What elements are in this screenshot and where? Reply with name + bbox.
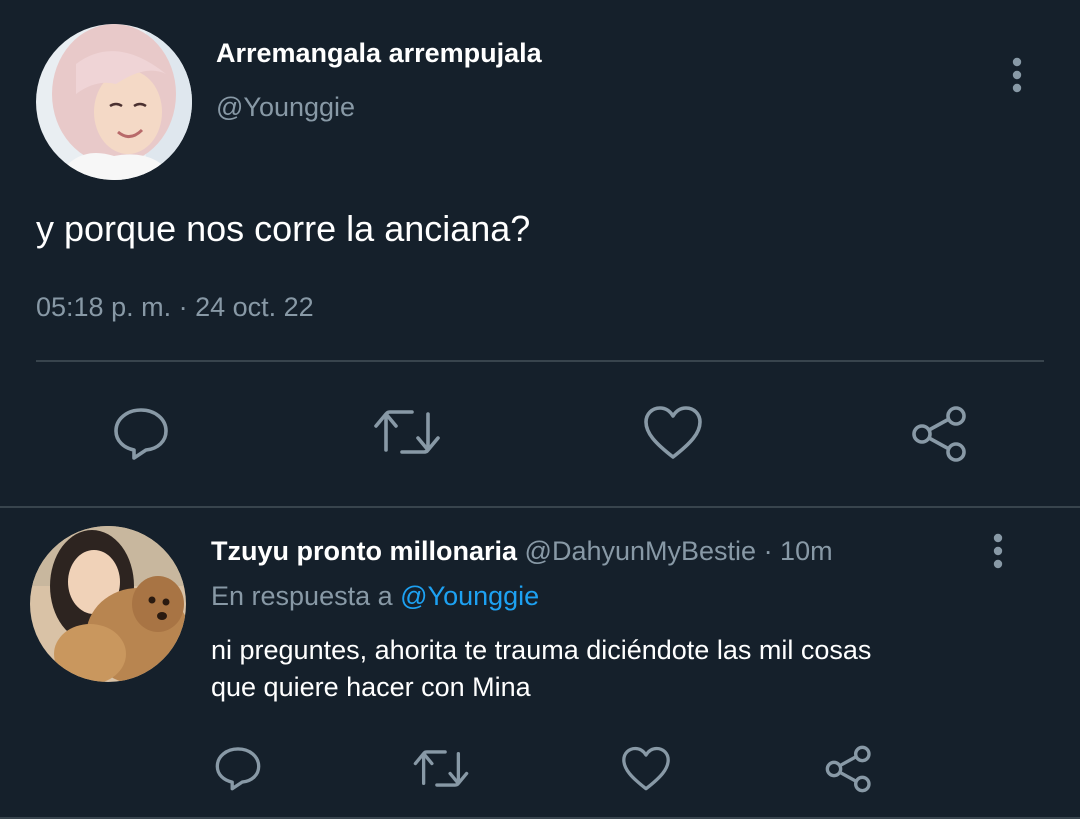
share-icon[interactable] bbox=[824, 744, 874, 794]
like-icon[interactable] bbox=[621, 746, 671, 792]
reply-text-line2: que quiere hacer con Mina bbox=[211, 672, 531, 702]
retweet-icon[interactable] bbox=[412, 747, 470, 790]
timestamp: 05:18 p. m. · 24 oct. 22 bbox=[36, 292, 314, 322]
reply-text-line1: ni preguntes, ahorita te trauma diciéndo… bbox=[211, 635, 872, 665]
handle[interactable]: @Younggie bbox=[216, 92, 355, 123]
handle[interactable]: @DahyunMyBestie bbox=[525, 536, 757, 566]
reply-icon[interactable] bbox=[112, 404, 170, 462]
share-icon[interactable] bbox=[910, 404, 970, 464]
avatar[interactable] bbox=[30, 526, 186, 682]
avatar[interactable] bbox=[36, 24, 192, 180]
replying-to-link[interactable]: @Younggie bbox=[400, 581, 539, 611]
replying-to: En respuesta a @Younggie bbox=[211, 581, 539, 612]
retweet-icon[interactable] bbox=[372, 406, 442, 458]
tweet-text: y porque nos corre la anciana? bbox=[36, 208, 531, 249]
more-vertical-icon[interactable] bbox=[1005, 56, 1029, 96]
divider bbox=[36, 360, 1044, 362]
time: · 10m bbox=[763, 536, 833, 566]
reply-header: Tzuyu pronto millonaria @DahyunMyBestie … bbox=[211, 536, 833, 567]
replying-prefix: En respuesta a bbox=[211, 581, 393, 611]
display-name[interactable]: Tzuyu pronto millonaria bbox=[211, 536, 517, 566]
more-vertical-icon[interactable] bbox=[986, 532, 1010, 572]
reply-icon[interactable] bbox=[214, 744, 262, 792]
display-name[interactable]: Arremangala arrempujala bbox=[216, 38, 542, 69]
section-divider bbox=[0, 506, 1080, 508]
like-icon[interactable] bbox=[643, 405, 703, 461]
